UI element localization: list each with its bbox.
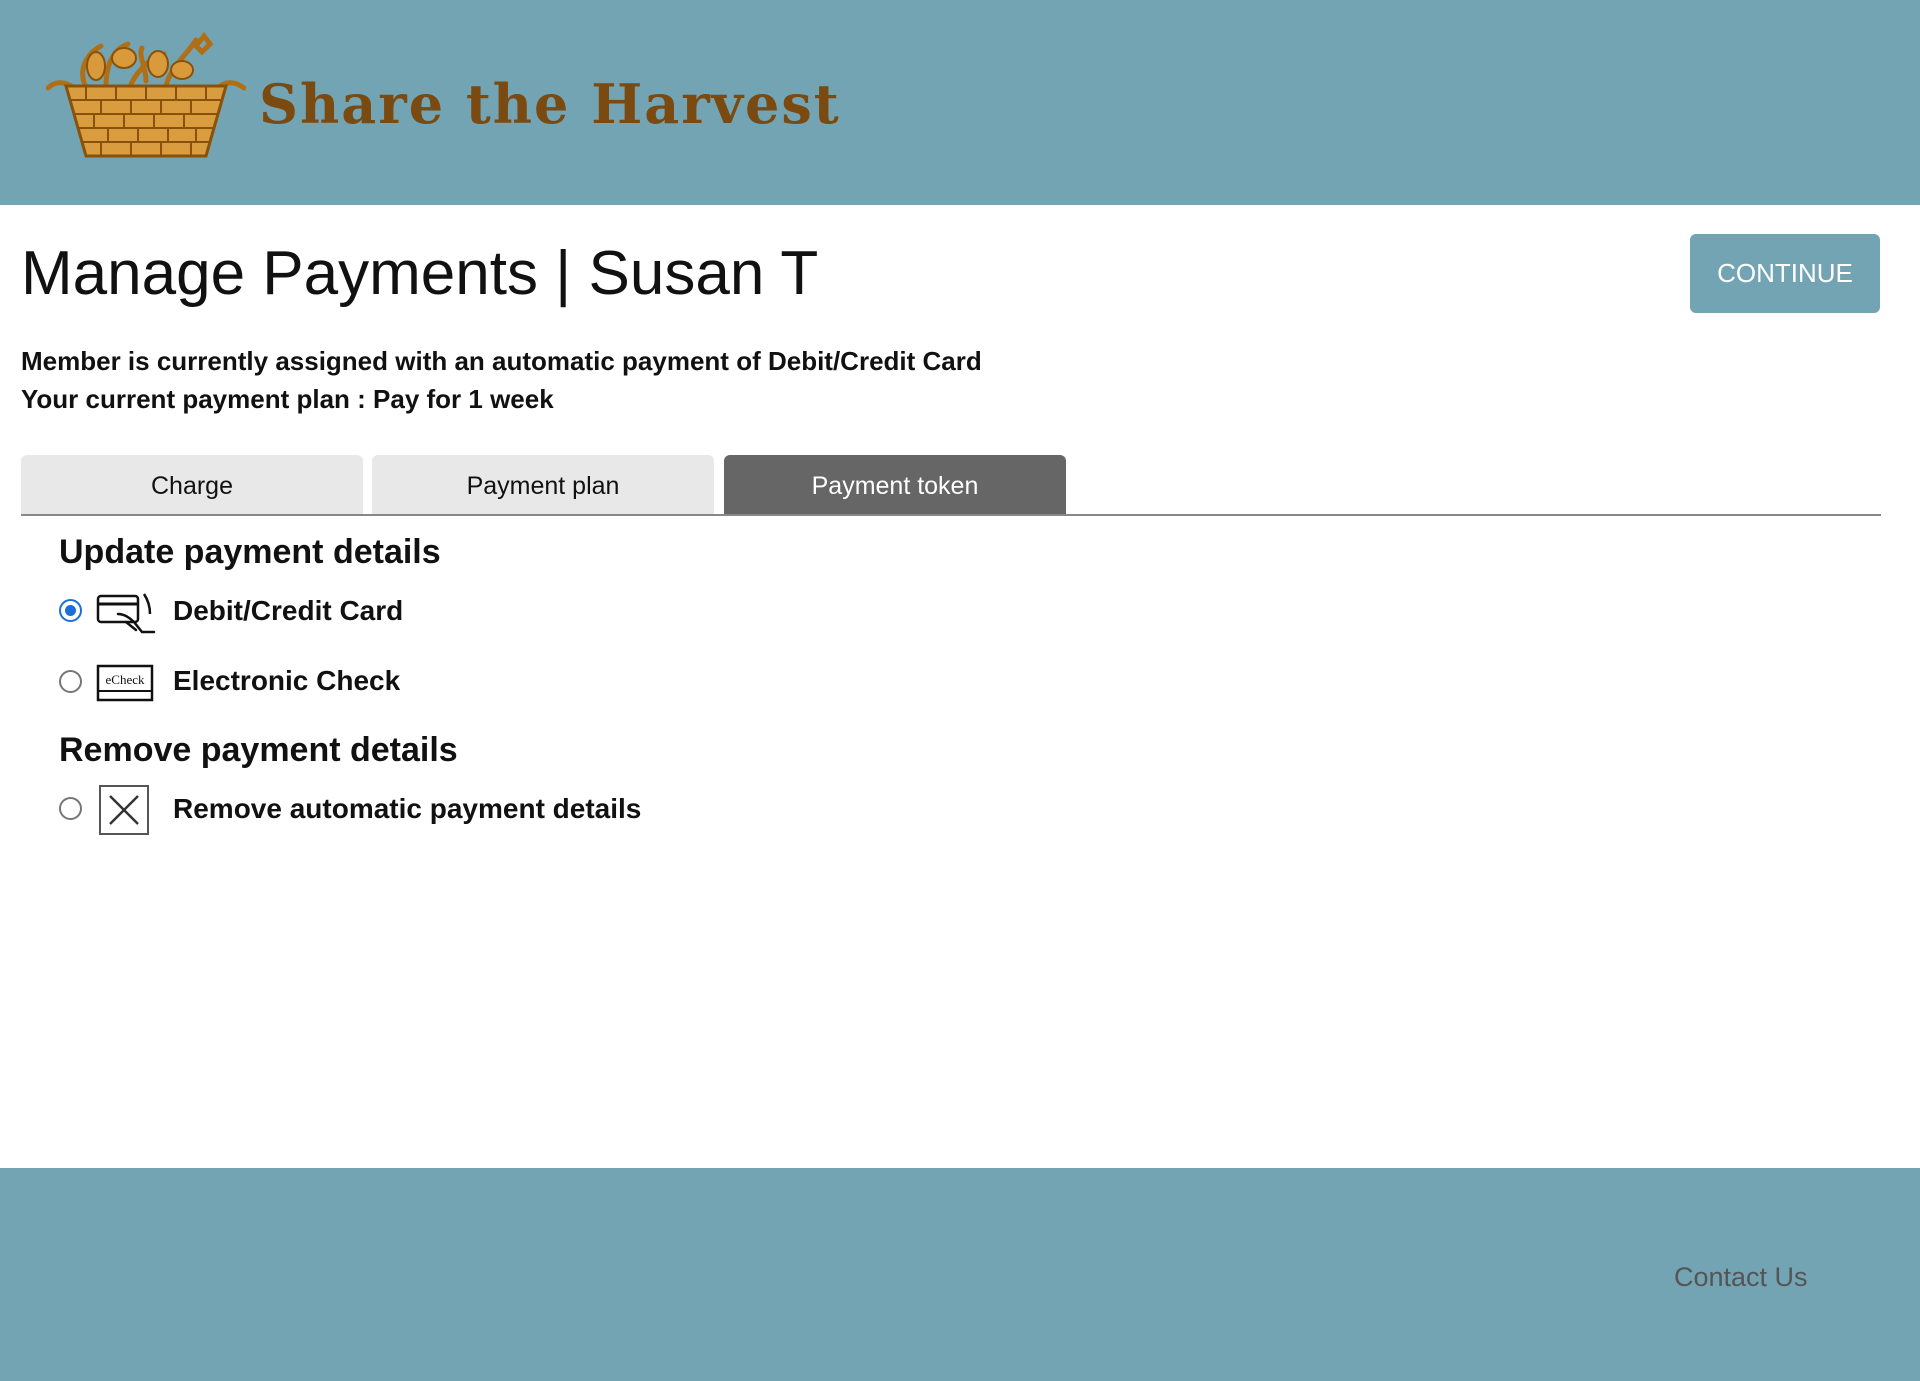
- update-payment-heading: Update payment details: [59, 533, 441, 571]
- echeck-icon-text: eCheck: [106, 672, 145, 687]
- electronic-check-radio[interactable]: [59, 670, 82, 693]
- tab-charge[interactable]: Charge: [21, 455, 363, 514]
- brand-name[interactable]: Share the Harvest: [259, 72, 841, 136]
- page-title: Manage Payments | Susan T: [21, 239, 819, 308]
- echeck-icon: eCheck: [96, 664, 154, 702]
- payment-plan-info: Your current payment plan : Pay for 1 we…: [21, 384, 554, 414]
- continue-button[interactable]: CONTINUE: [1690, 234, 1880, 313]
- remove-payment-heading: Remove payment details: [59, 731, 458, 769]
- remove-payment-label[interactable]: Remove automatic payment details: [173, 793, 641, 825]
- tab-payment-token[interactable]: Payment token: [724, 455, 1066, 514]
- x-box-icon: [99, 785, 149, 835]
- tab-payment-plan[interactable]: Payment plan: [372, 455, 714, 514]
- site-header: Share the Harvest: [0, 0, 1920, 205]
- tab-divider: [21, 514, 1881, 516]
- harvest-basket-icon[interactable]: [46, 26, 246, 166]
- debit-credit-card-label[interactable]: Debit/Credit Card: [173, 595, 403, 627]
- remove-payment-radio[interactable]: [59, 797, 82, 820]
- automatic-payment-info: Member is currently assigned with an aut…: [21, 346, 982, 376]
- contact-us-link[interactable]: Contact Us: [1674, 1262, 1808, 1293]
- card-in-hand-icon: [96, 593, 156, 634]
- electronic-check-label[interactable]: Electronic Check: [173, 665, 400, 697]
- debit-credit-card-radio[interactable]: [59, 599, 82, 622]
- site-footer: [0, 1168, 1920, 1381]
